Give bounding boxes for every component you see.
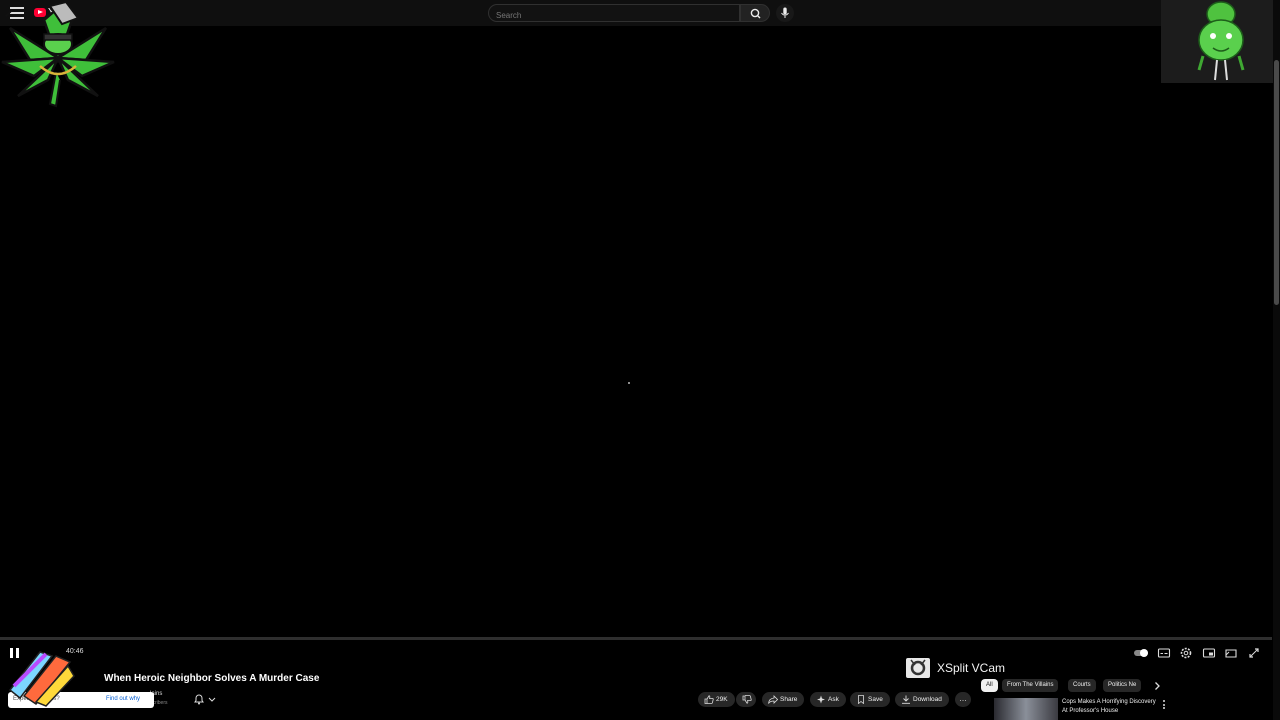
chip-all[interactable]: All [981,679,998,692]
search-input[interactable] [489,8,739,23]
save-button[interactable]: Save [850,692,890,707]
download-icon [902,695,910,704]
more-actions-label: … [959,694,967,703]
share-label: Share [780,696,798,703]
search-icon [750,8,761,19]
voice-search-button[interactable] [776,4,794,22]
share-icon [768,695,778,704]
thumbs-down-icon [742,695,752,704]
recommendation-menu-icon[interactable] [1161,700,1167,710]
leaf-character-icon [1197,1,1245,81]
thumbs-up-icon [704,695,714,704]
progress-bar[interactable] [0,637,1272,640]
dislike-button[interactable] [736,692,756,707]
subtitles-icon [1157,648,1171,658]
share-button[interactable]: Share [762,692,805,707]
theater-button[interactable] [1224,646,1238,660]
like-button[interactable]: 29K [698,692,735,707]
theater-icon [1225,649,1237,658]
xsplit-label: XSplit VCam [937,661,1006,675]
bell-icon [194,694,216,705]
loading-indicator [628,382,630,384]
video-title: When Heroic Neighbor Solves A Murder Cas… [104,673,320,684]
ask-label: Ask [828,696,839,703]
recommendation-thumbnail[interactable] [994,698,1058,720]
recommendation-title[interactable]: Cops Makes A Horrifying Discovery At Pro… [1062,698,1162,716]
chip-politics-news[interactable]: Politics Ne [1103,679,1142,692]
save-label: Save [868,696,883,703]
more-actions-button[interactable]: … [955,692,971,707]
search-button[interactable] [740,4,770,22]
autoplay-toggle[interactable] [1133,646,1148,660]
chip-courts[interactable]: Courts [1068,679,1096,692]
search-box[interactable] [488,4,740,23]
fullscreen-icon [1249,648,1259,658]
bookmark-icon [858,695,864,704]
page-scrollbar[interactable] [1273,0,1280,720]
ask-button[interactable]: Ask [810,692,846,707]
autoplay-toggle-icon [1134,649,1148,657]
chevron-right-icon[interactable] [1152,681,1162,691]
top-bar: Yo [0,0,1280,26]
fullscreen-button[interactable] [1247,646,1261,660]
microphone-icon [781,7,789,18]
miniplayer-icon [1202,648,1216,658]
settings-button[interactable] [1179,646,1193,660]
scrollbar-thumb[interactable] [1274,60,1279,305]
find-out-why-link[interactable]: Find out why [106,696,140,702]
miniplayer-button[interactable] [1202,646,1216,660]
channel-avatar-logo-icon[interactable] [6,646,78,708]
cannabis-leaf-mascot-icon [1,0,115,108]
settings-icon [1180,647,1192,659]
download-label: Download [913,696,942,703]
notification-bell-button[interactable] [191,692,219,706]
video-player[interactable] [0,26,1272,638]
download-button[interactable]: Download [895,692,949,707]
webcam-overlay [1161,0,1280,83]
sparkle-icon [817,695,825,704]
chip-from-the-villains[interactable]: From The Villains [1002,679,1059,692]
like-count: 29K [716,696,728,703]
subtitles-button[interactable] [1157,646,1171,660]
xsplit-logo-icon [906,658,930,678]
xsplit-vcam-watermark: XSplit VCam [905,657,1005,679]
